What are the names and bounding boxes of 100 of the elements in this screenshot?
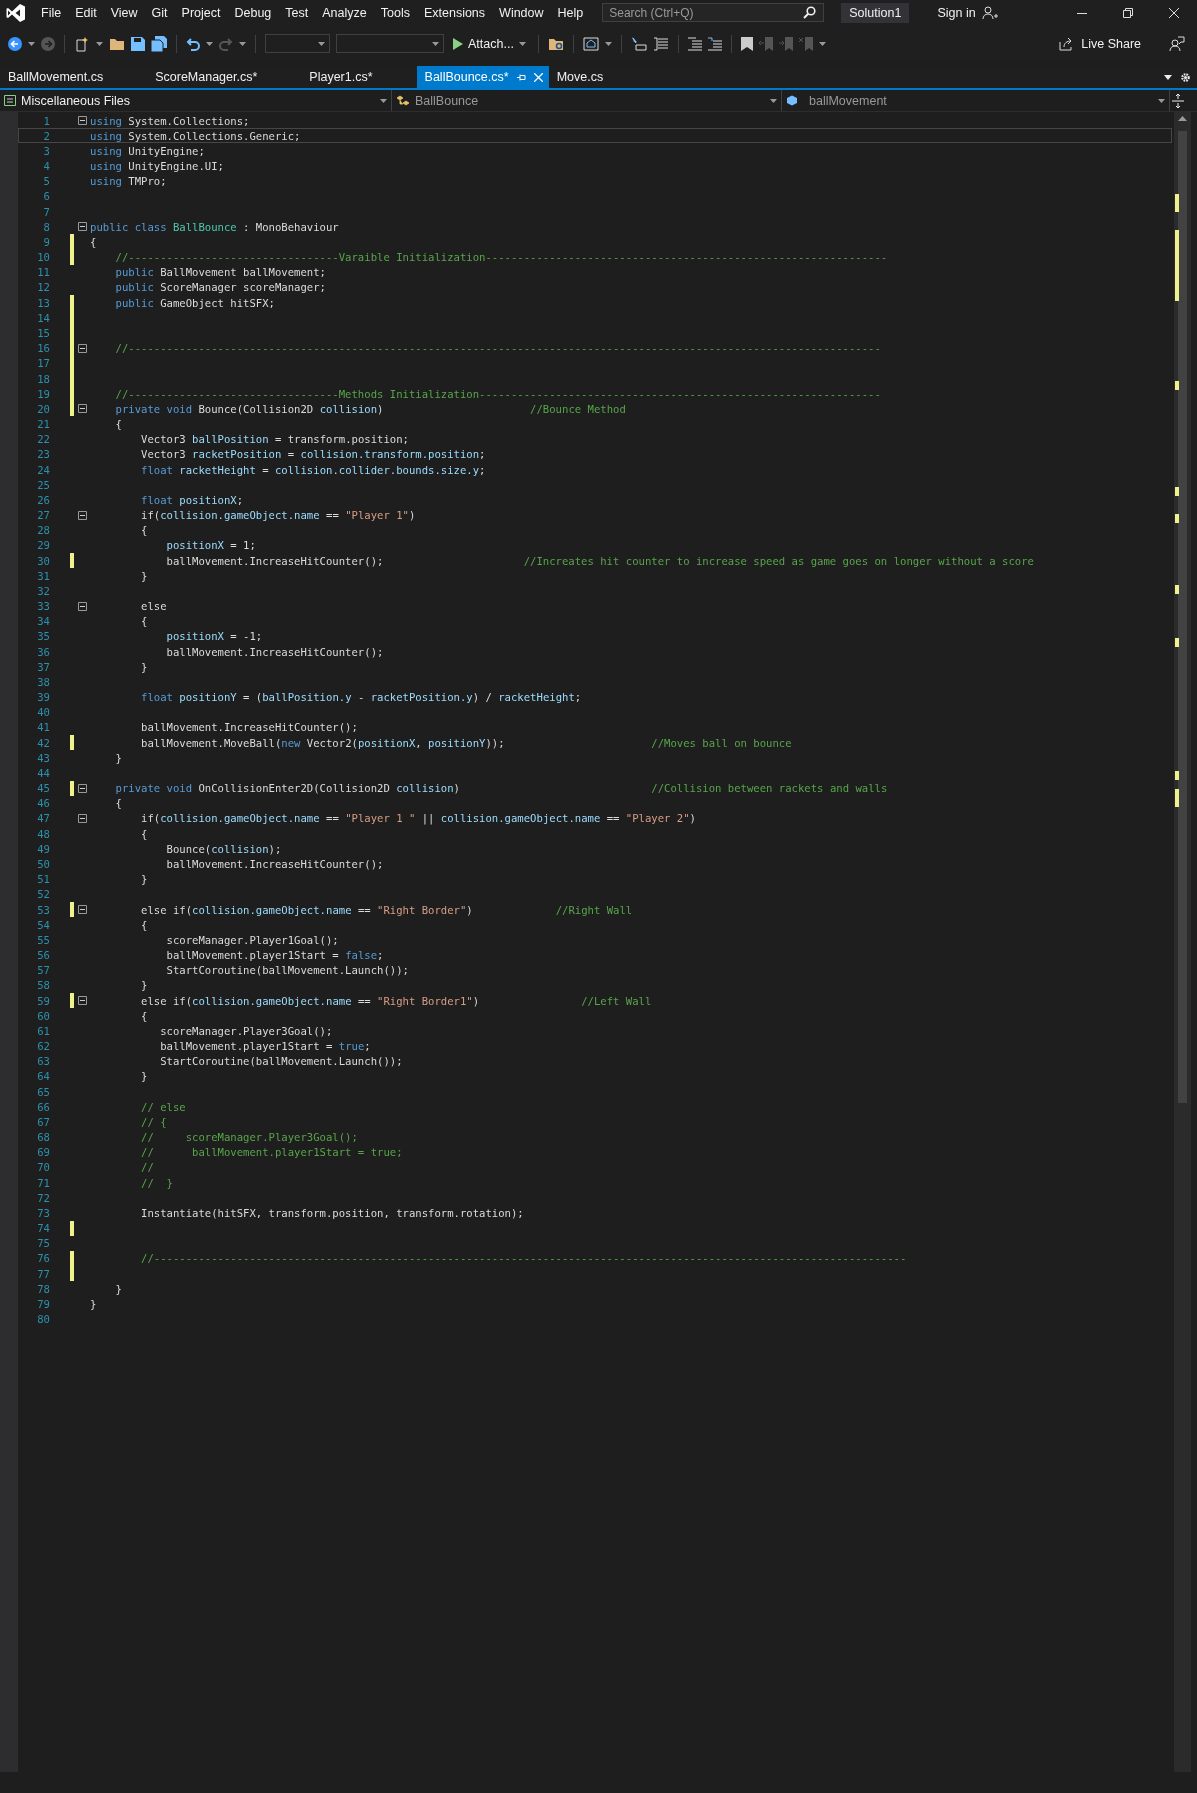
line-number: 40 bbox=[36, 706, 50, 719]
line-number: 76 bbox=[36, 1252, 50, 1265]
menu-item[interactable]: Extensions bbox=[416, 2, 493, 23]
collapse-icon[interactable] bbox=[78, 510, 87, 520]
live-share-button[interactable]: Live Share bbox=[1055, 34, 1145, 53]
collapse-icon[interactable] bbox=[78, 404, 87, 414]
line-number: 69 bbox=[36, 1146, 50, 1159]
code-line: // else bbox=[140, 1100, 186, 1113]
collapse-icon[interactable] bbox=[78, 996, 87, 1006]
menu-item[interactable]: Help bbox=[550, 2, 591, 23]
search-field[interactable]: Search (Ctrl+Q) bbox=[602, 3, 825, 22]
dropdown-caret-icon[interactable] bbox=[1158, 98, 1165, 103]
file-tab[interactable]: Player1.cs* bbox=[301, 66, 417, 88]
new-item-icon[interactable] bbox=[74, 35, 90, 52]
menu-item[interactable]: View bbox=[103, 2, 145, 23]
file-tab[interactable]: BallBounce.cs* bbox=[416, 66, 549, 88]
collapse-icon[interactable] bbox=[78, 905, 87, 914]
scrollbar[interactable] bbox=[1174, 112, 1191, 1772]
code-line: using System.Collections.Generic; bbox=[90, 129, 301, 142]
file-tab[interactable]: BallMovement.cs bbox=[0, 66, 148, 88]
menu-item[interactable]: File bbox=[34, 2, 69, 23]
dropdown-caret-icon[interactable] bbox=[518, 41, 526, 46]
line-number: 77 bbox=[36, 1267, 50, 1280]
line-number: 46 bbox=[36, 797, 50, 810]
dropdown-caret-icon[interactable] bbox=[770, 98, 777, 103]
settings-icon[interactable] bbox=[1180, 71, 1191, 83]
dropdown-caret-icon[interactable] bbox=[206, 41, 213, 46]
line-number: 63 bbox=[36, 1055, 50, 1068]
menu-item[interactable]: Edit bbox=[68, 2, 104, 23]
add-person-icon[interactable] bbox=[981, 4, 998, 21]
save-icon[interactable] bbox=[131, 36, 145, 51]
collapse-icon[interactable] bbox=[78, 601, 87, 611]
menu-item[interactable]: Analyze bbox=[315, 2, 374, 23]
close-icon[interactable] bbox=[1169, 7, 1179, 18]
restore-icon[interactable] bbox=[1123, 7, 1133, 18]
line-number: 21 bbox=[36, 418, 50, 430]
line-number: 48 bbox=[36, 827, 50, 840]
comment-lines-icon[interactable] bbox=[707, 36, 722, 51]
close-tab-icon[interactable] bbox=[533, 72, 543, 82]
pin-icon[interactable] bbox=[516, 72, 526, 82]
logo-icon[interactable] bbox=[6, 2, 26, 23]
split-icon[interactable] bbox=[1172, 93, 1184, 108]
collapse-icon[interactable] bbox=[78, 343, 87, 353]
menu-item[interactable]: Window bbox=[492, 2, 551, 23]
type-dropdown[interactable]: BallBounce bbox=[392, 90, 782, 111]
attach-button[interactable]: Attach... bbox=[450, 34, 529, 53]
line-number: 78 bbox=[36, 1282, 50, 1295]
file-tab[interactable]: Move.cs bbox=[548, 66, 648, 88]
line-number: 59 bbox=[36, 994, 50, 1007]
file-tab[interactable]: ScoreManager.cs* bbox=[147, 66, 302, 88]
sign-in-link[interactable]: Sign in bbox=[937, 5, 976, 20]
code-line: { bbox=[114, 797, 122, 810]
collapse-icon[interactable] bbox=[78, 814, 87, 823]
code-line: { bbox=[140, 827, 148, 840]
search-icon[interactable] bbox=[803, 6, 817, 19]
menu-item[interactable]: Test bbox=[278, 2, 316, 23]
project-dropdown[interactable]: Miscellaneous Files bbox=[0, 90, 392, 111]
menu-item[interactable]: Debug bbox=[227, 2, 279, 23]
code-line: { bbox=[140, 1009, 148, 1022]
window-icon[interactable] bbox=[582, 36, 599, 51]
dropdown-caret-icon[interactable] bbox=[380, 98, 387, 103]
indent-icon[interactable] bbox=[630, 36, 647, 51]
member-dropdown[interactable]: ballMovement bbox=[782, 90, 1170, 111]
align-lines-icon[interactable] bbox=[687, 36, 702, 51]
undo-icon[interactable] bbox=[186, 36, 200, 51]
dropdown-caret-icon[interactable] bbox=[604, 41, 612, 46]
line-number: 11 bbox=[36, 266, 50, 279]
bookmark-icon[interactable] bbox=[740, 36, 753, 51]
code-line: public GameObject hitSFX; bbox=[114, 296, 275, 309]
back-icon[interactable] bbox=[8, 36, 22, 51]
solution-name[interactable]: Solution1 bbox=[841, 2, 910, 23]
dropdown-caret-icon[interactable] bbox=[239, 41, 246, 46]
folder-search-icon[interactable] bbox=[547, 36, 564, 51]
dropdown-caret-icon[interactable] bbox=[432, 41, 439, 46]
dropdown-caret-icon[interactable] bbox=[28, 41, 35, 46]
menu-item[interactable]: Project bbox=[174, 2, 228, 23]
code-line: else if(collision.gameObject.name == "Right Border1") //Left Wall bbox=[140, 994, 652, 1007]
code-line: //---------------------------------------------------------------------------------------------------------------------- bbox=[114, 342, 881, 355]
tab-list-icon[interactable] bbox=[1164, 74, 1172, 80]
scroll-up-icon[interactable] bbox=[1178, 116, 1187, 121]
code-line: } bbox=[114, 1282, 122, 1295]
save-all-icon[interactable] bbox=[151, 35, 167, 52]
folder-icon[interactable] bbox=[109, 36, 125, 51]
menu-item[interactable]: Git bbox=[144, 2, 175, 23]
dropdown-caret-icon[interactable] bbox=[96, 41, 103, 46]
menu-item[interactable]: Tools bbox=[373, 2, 417, 23]
collapse-icon[interactable] bbox=[78, 116, 87, 126]
collapse-icon[interactable] bbox=[78, 783, 87, 793]
scroll-marker bbox=[1175, 584, 1179, 594]
code-line: public class BallBounce : MonoBehaviour bbox=[90, 220, 339, 233]
play-icon[interactable] bbox=[453, 37, 463, 50]
scroll-thumb[interactable] bbox=[1178, 131, 1187, 1103]
dropdown-caret-icon[interactable] bbox=[818, 41, 826, 46]
feedback-icon[interactable] bbox=[1169, 35, 1185, 52]
collapse-icon[interactable] bbox=[78, 222, 87, 232]
outline-icon[interactable] bbox=[652, 35, 669, 52]
dropdown-caret-icon[interactable] bbox=[318, 41, 325, 46]
code-line: if(collision.gameObject.name == "Player 1 " || collision.gameObject.name == "Player 2") bbox=[140, 812, 696, 825]
line-number: 80 bbox=[36, 1313, 50, 1326]
code-line: { bbox=[140, 918, 148, 931]
